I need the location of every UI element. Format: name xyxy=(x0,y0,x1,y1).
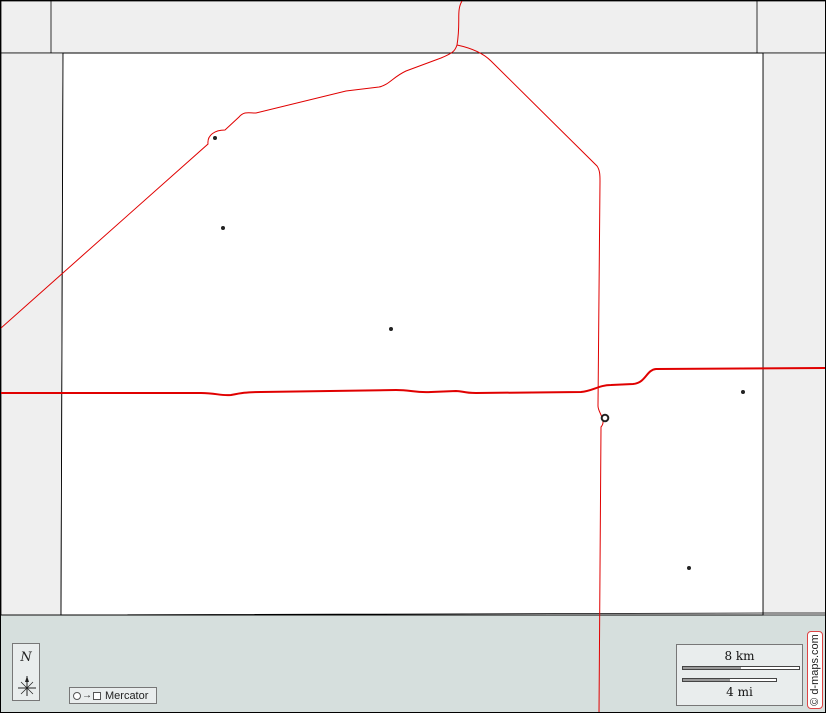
credit-badge[interactable]: © d-maps.com xyxy=(807,631,823,709)
town-marker[interactable] xyxy=(741,390,745,394)
north-arrow: N xyxy=(12,643,40,701)
capital-marker[interactable] xyxy=(600,413,610,423)
county-area[interactable] xyxy=(60,52,764,616)
credit-text: © d-maps.com xyxy=(809,634,821,706)
scale-km-bar xyxy=(682,666,800,670)
land-region-west xyxy=(1,52,64,616)
map-canvas[interactable] xyxy=(1,1,826,713)
square-icon xyxy=(93,691,101,700)
town-marker[interactable] xyxy=(389,327,393,331)
land-region-east xyxy=(762,52,825,616)
scale-bar: 8 km 4 mi xyxy=(676,644,803,706)
arrow-right-icon: → xyxy=(82,689,92,701)
land-region-north xyxy=(1,1,825,54)
scale-km-label: 8 km xyxy=(724,649,755,663)
compass-rose-icon xyxy=(18,676,36,696)
scale-mi-bar xyxy=(682,678,777,682)
map-frame: N → Mercator 8 km 4 mi © d-maps.com xyxy=(0,0,826,713)
north-label: N xyxy=(20,650,32,665)
town-marker[interactable] xyxy=(221,226,225,230)
projection-indicator: → Mercator xyxy=(69,687,157,704)
circle-icon xyxy=(73,691,81,700)
town-marker[interactable] xyxy=(213,136,217,140)
town-marker[interactable] xyxy=(687,566,691,570)
scale-mi-label: 4 mi xyxy=(726,685,753,699)
projection-label: Mercator xyxy=(105,689,149,702)
